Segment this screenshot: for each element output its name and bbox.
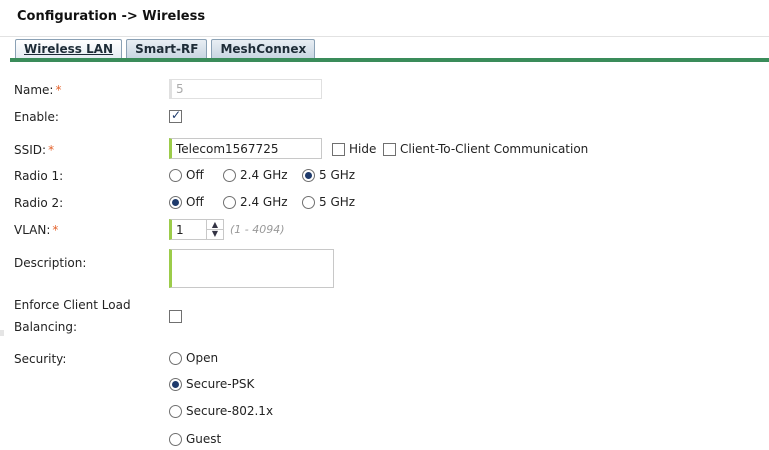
radio1-2-4ghz-radio[interactable]	[223, 169, 236, 182]
radio2-off-label: Off	[186, 195, 204, 209]
spin-down-icon[interactable]: ▼	[207, 229, 223, 238]
load-balancing-label-line1: Enforce Client Load	[14, 298, 131, 312]
description-field[interactable]	[169, 249, 334, 288]
hide-ssid-label: Hide	[349, 142, 377, 156]
security-open-radio[interactable]	[169, 352, 182, 365]
client-to-client-checkbox[interactable]	[383, 143, 396, 156]
radio1-5ghz-radio[interactable]	[302, 169, 315, 182]
required-marker: *	[52, 223, 59, 237]
security-secure-psk-label: Secure-PSK	[186, 377, 255, 391]
radio2-5ghz-radio[interactable]	[302, 196, 315, 209]
security-secure-8021x-label: Secure-802.1x	[186, 404, 274, 418]
security-secure-8021x-radio[interactable]	[169, 405, 182, 418]
security-secure-psk-radio[interactable]	[169, 378, 182, 391]
description-label: Description:	[14, 256, 87, 270]
load-balancing-label-line2: Balancing:	[14, 320, 78, 334]
radio1-2-4ghz-label: 2.4 GHz	[240, 168, 288, 182]
client-to-client-label: Client-To-Client Communication	[400, 142, 589, 156]
security-label: Security:	[14, 352, 67, 366]
load-balancing-checkbox[interactable]	[169, 310, 182, 323]
tab-smart-rf[interactable]: Smart-RF	[126, 39, 208, 58]
radio2-2-4ghz-label: 2.4 GHz	[240, 195, 288, 209]
radio2-5ghz-label: 5 GHz	[319, 195, 356, 209]
vlan-value: 1	[176, 223, 184, 237]
radio1-off-radio[interactable]	[169, 169, 182, 182]
page-title: Configuration -> Wireless	[17, 9, 206, 24]
ssid-field[interactable]	[169, 138, 322, 159]
radio1-label: Radio 1:	[14, 169, 64, 183]
hide-ssid-checkbox[interactable]	[332, 143, 345, 156]
header-bar: Configuration -> Wireless	[0, 0, 769, 37]
enable-checkbox[interactable]	[169, 108, 182, 123]
vlan-spin-buttons: ▲ ▼	[206, 220, 223, 239]
radio1-off-label: Off	[186, 168, 204, 182]
required-marker: *	[55, 83, 62, 97]
radio1-5ghz-label: 5 GHz	[319, 168, 356, 182]
enable-label: Enable:	[14, 110, 59, 124]
tab-strip: Wireless LAN Smart-RF MeshConnex	[15, 39, 316, 58]
tab-underline	[10, 58, 769, 62]
tab-meshconnex[interactable]: MeshConnex	[211, 39, 316, 58]
required-marker: *	[48, 143, 55, 157]
security-open-label: Open	[186, 351, 219, 365]
security-guest-radio[interactable]	[169, 433, 182, 446]
divider-mark	[0, 330, 4, 336]
radio2-2-4ghz-radio[interactable]	[223, 196, 236, 209]
radio2-off-radio[interactable]	[169, 196, 182, 209]
radio2-label: Radio 2:	[14, 196, 64, 210]
name-field[interactable]	[169, 79, 322, 99]
tab-wireless-lan[interactable]: Wireless LAN	[15, 39, 123, 58]
vlan-range-hint: (1 - 4094)	[230, 223, 285, 236]
security-guest-label: Guest	[186, 432, 222, 446]
vlan-stepper[interactable]: 1 ▲ ▼	[169, 219, 224, 240]
name-label: Name: *	[14, 83, 62, 97]
vlan-label: VLAN: *	[14, 223, 59, 237]
ssid-label: SSID: *	[14, 143, 55, 157]
